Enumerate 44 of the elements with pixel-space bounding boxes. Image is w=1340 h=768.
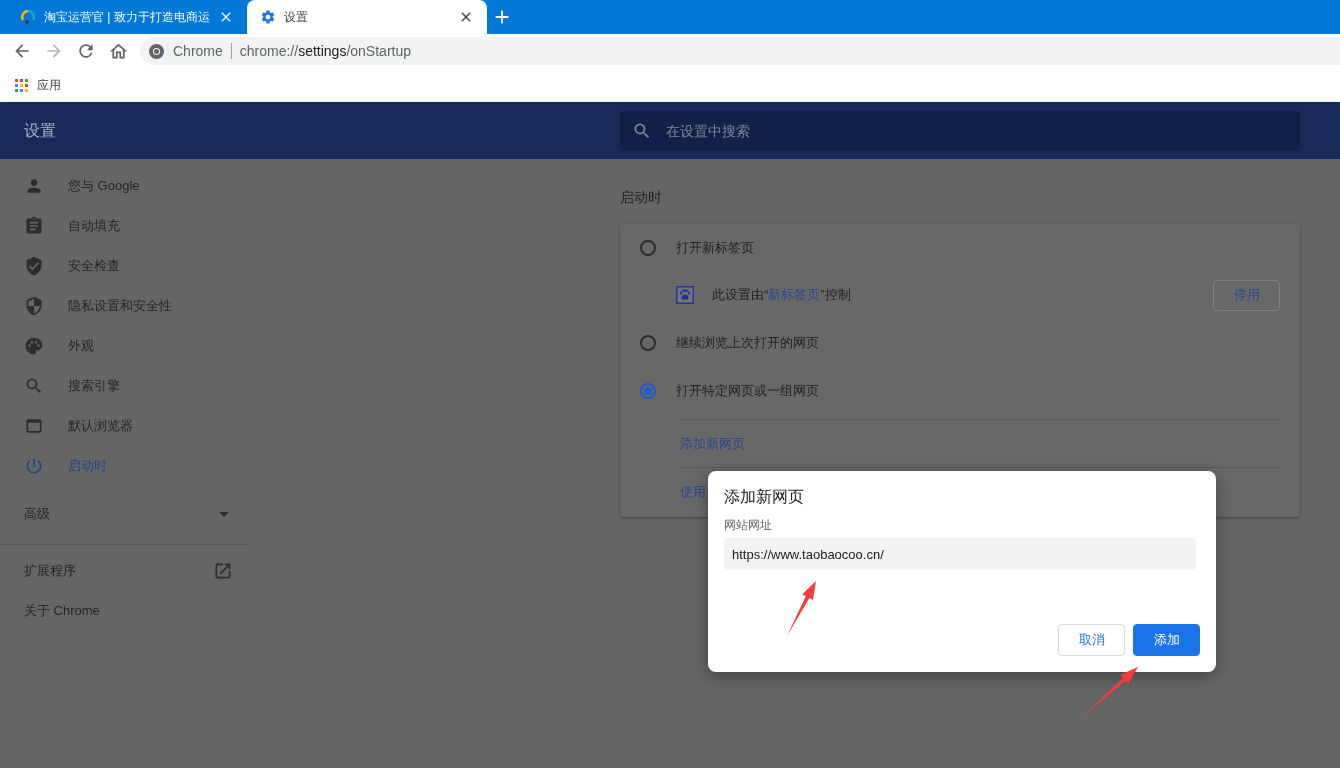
sidebar-item[interactable]: 搜索引擎 bbox=[0, 366, 250, 406]
advanced-toggle[interactable]: 高级 bbox=[0, 494, 250, 534]
dialog-title: 添加新网页 bbox=[724, 487, 804, 507]
notice-text: 此设置由“新标签页”控制 bbox=[712, 286, 851, 305]
sidebar-item[interactable]: 启动时 bbox=[0, 446, 250, 486]
address-bar[interactable]: Chrome chrome://settings/onStartup bbox=[140, 37, 1340, 65]
radio-option[interactable]: 继续浏览上次打开的网页 bbox=[640, 333, 819, 353]
dialog-button[interactable]: 取消 bbox=[1058, 624, 1125, 656]
paw-icon bbox=[676, 286, 694, 304]
browser-window-icon bbox=[24, 416, 44, 436]
apps-grid-icon bbox=[15, 78, 28, 92]
sidebar-item[interactable]: 默认浏览器 bbox=[0, 406, 250, 446]
shield-icon bbox=[24, 296, 44, 316]
sidebar-item[interactable]: 隐私设置和安全性 bbox=[0, 286, 250, 326]
shield-check-icon bbox=[24, 256, 44, 276]
url-input[interactable]: https://www.taobaocoo.cn/ bbox=[724, 538, 1196, 570]
bookmark-item[interactable]: 应用 bbox=[15, 73, 61, 97]
palette-icon bbox=[24, 336, 44, 356]
radio-option[interactable]: 打开新标签页 bbox=[640, 237, 754, 258]
action-link[interactable]: 使用 bbox=[680, 481, 706, 502]
disable-button[interactable]: 停用 bbox=[1213, 279, 1280, 311]
reload-icon[interactable] bbox=[76, 41, 96, 61]
field-label: 网站网址 bbox=[724, 517, 772, 533]
search-icon bbox=[24, 376, 44, 396]
action-link[interactable]: 添加新网页 bbox=[680, 433, 745, 454]
settings-title: 设置 bbox=[24, 121, 56, 139]
sidebar-link[interactable]: 扩展程序 bbox=[0, 551, 250, 591]
search-field[interactable]: 在设置中搜索 bbox=[620, 110, 1300, 151]
sidebar-link[interactable]: 关于 Chrome bbox=[0, 591, 250, 631]
gear-icon bbox=[260, 9, 276, 25]
power-icon bbox=[24, 456, 44, 476]
sidebar-item[interactable]: 您与 Google bbox=[0, 166, 250, 206]
dialog-button[interactable]: 添加 bbox=[1133, 624, 1200, 656]
sidebar-item[interactable]: 安全检查 bbox=[0, 246, 250, 286]
sidebar-item[interactable]: 外观 bbox=[0, 326, 250, 366]
site-chip-label: Chrome bbox=[173, 41, 223, 61]
browser-logo-icon bbox=[149, 43, 164, 59]
sidebar-item[interactable]: 自动填充 bbox=[0, 206, 250, 246]
clipboard-icon bbox=[24, 216, 44, 236]
site-logo-icon bbox=[20, 9, 36, 25]
notice-link[interactable]: 新标签页 bbox=[768, 287, 821, 303]
url-text[interactable]: chrome://settings/onStartup bbox=[239, 40, 411, 62]
section-heading: 启动时 bbox=[620, 188, 662, 207]
browser-tab[interactable]: 设置 bbox=[247, 0, 487, 34]
